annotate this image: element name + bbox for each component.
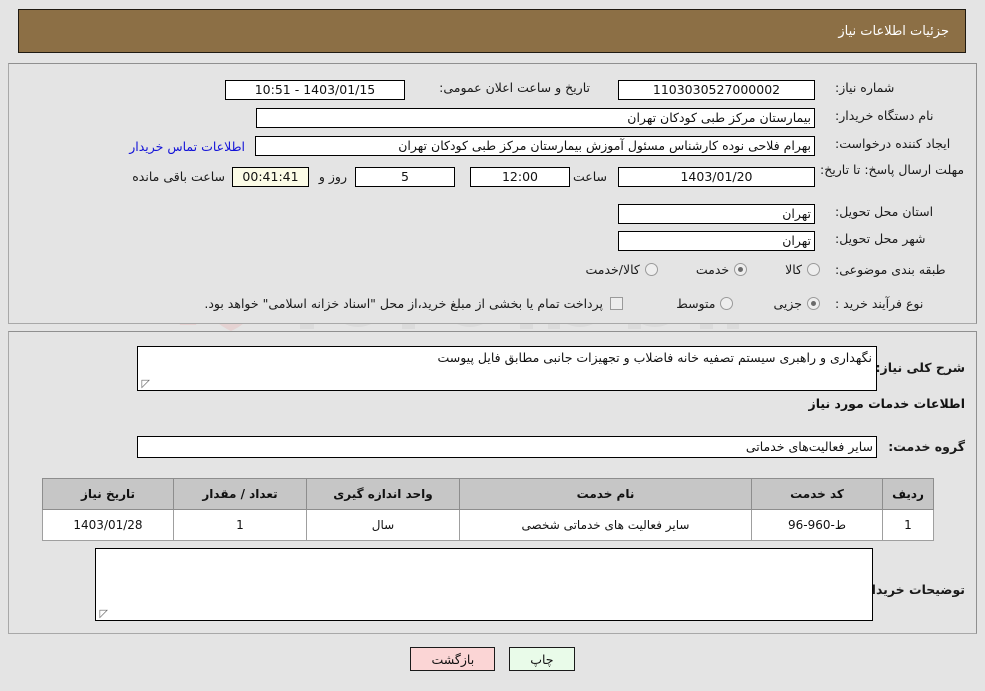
services-table: ردیف کد خدمت نام خدمت واحد اندازه گیری ت… <box>42 478 934 541</box>
radio-kala-khedmat-icon[interactable] <box>644 263 658 276</box>
announce-row: تاریخ و ساعت اعلان عمومی: <box>439 80 590 95</box>
table-header-row: ردیف کد خدمت نام خدمت واحد اندازه گیری ت… <box>42 478 934 510</box>
th-need-date: تاریخ نیاز <box>42 478 174 510</box>
th-row-no: ردیف <box>882 478 934 510</box>
page-header-bar: جزئیات اطلاعات نیاز <box>18 9 966 53</box>
city-row: شهر محل تحویل: <box>835 231 965 246</box>
buyer-notes-textarea[interactable]: ◸ <box>95 548 873 621</box>
city-label: شهر محل تحویل: <box>835 231 926 246</box>
process-option-motevasset[interactable]: متوسط <box>676 296 734 311</box>
cell-need-date: 1403/01/28 <box>42 509 174 541</box>
deadline-row: مهلت ارسال پاسخ: تا تاریخ: <box>820 163 965 177</box>
category-option-kala[interactable]: کالا <box>785 262 820 277</box>
announce-datetime-field[interactable]: 1403/01/15 - 10:51 <box>225 80 405 100</box>
resize-grip-icon[interactable]: ◸ <box>140 378 150 389</box>
table-row[interactable]: 1 ط-960-96 سایر فعالیت های خدماتی شخصی س… <box>42 509 934 541</box>
category-option-kala-khedmat[interactable]: کالا/خدمت <box>585 262 658 277</box>
cell-row-no: 1 <box>882 509 934 541</box>
category-row: طبقه بندی موضوعی: <box>835 262 965 277</box>
treasury-checkbox-label: پرداخت تمام یا بخشی از مبلغ خرید،از محل … <box>204 296 603 311</box>
remaining-time-field[interactable]: 00:41:41 <box>232 167 309 187</box>
print-button[interactable]: چاپ <box>509 647 575 671</box>
process-option-motevasset-label: متوسط <box>676 296 716 311</box>
page-title: جزئیات اطلاعات نیاز <box>838 23 949 39</box>
deadline-hour-label: ساعت <box>572 169 607 184</box>
back-button[interactable]: بازگشت <box>410 647 496 671</box>
creator-row: ایجاد کننده درخواست: <box>835 136 965 151</box>
radio-motevasset-icon[interactable] <box>720 297 734 310</box>
page-root: جزئیات اطلاعات نیاز شماره نیاز: 11030305… <box>0 0 985 691</box>
need-info-panel <box>8 63 977 324</box>
need-number-field[interactable]: 1103030527000002 <box>618 80 815 100</box>
process-option-jozii-label: جزیی <box>773 296 802 311</box>
services-heading: اطلاعات خدمات مورد نیاز <box>808 396 966 411</box>
category-radio-group: کالا خدمت کالا/خدمت <box>585 262 820 277</box>
buyer-org-row: نام دستگاه خریدار: <box>835 108 965 123</box>
resize-grip-icon-2[interactable]: ◸ <box>98 608 108 619</box>
radio-khedmat-icon[interactable] <box>734 263 748 276</box>
announce-label: تاریخ و ساعت اعلان عمومی: <box>439 80 590 95</box>
th-service-code: کد خدمت <box>751 478 883 510</box>
description-text: نگهداری و راهبری سیستم تصفیه خانه فاضلاب… <box>437 350 872 365</box>
process-radio-group: جزیی متوسط <box>676 296 820 311</box>
th-service-name: نام خدمت <box>459 478 752 510</box>
remaining-time-label: ساعت باقی مانده <box>132 169 225 184</box>
buyer-notes-label: توضیحات خریدار: <box>859 582 965 597</box>
radio-kala-icon[interactable] <box>807 263 820 276</box>
buyer-contact-link[interactable]: اطلاعات تماس خریدار <box>129 139 245 154</box>
cell-service-name: سایر فعالیت های خدماتی شخصی <box>459 509 752 541</box>
th-unit: واحد اندازه گیری <box>306 478 460 510</box>
process-label: نوع فرآیند خرید : <box>835 296 924 311</box>
category-option-kala-label: کالا <box>785 262 802 277</box>
creator-label: ایجاد کننده درخواست: <box>835 136 951 151</box>
cell-service-code: ط-960-96 <box>751 509 883 541</box>
treasury-checkbox-icon[interactable] <box>610 297 623 310</box>
deadline-label: مهلت ارسال پاسخ: تا تاریخ: <box>820 162 965 177</box>
creator-field[interactable]: بهرام فلاحی نوده کارشناس مسئول آموزش بیم… <box>255 136 815 156</box>
treasury-checkbox-row[interactable]: پرداخت تمام یا بخشی از مبلغ خرید،از محل … <box>204 296 623 311</box>
footer-button-bar: بازگشت چاپ <box>0 647 985 671</box>
province-row: استان محل تحویل: <box>835 204 965 219</box>
cell-unit: سال <box>306 509 460 541</box>
need-number-row: شماره نیاز: <box>835 80 965 95</box>
remaining-days-label: روز و <box>318 169 347 184</box>
cell-quantity: 1 <box>173 509 307 541</box>
category-option-kala-khedmat-label: کالا/خدمت <box>585 262 640 277</box>
remaining-days-field[interactable]: 5 <box>355 167 455 187</box>
th-quantity: تعداد / مقدار <box>173 478 307 510</box>
province-label: استان محل تحویل: <box>835 204 934 219</box>
deadline-date-field[interactable]: 1403/01/20 <box>618 167 815 187</box>
category-label: طبقه بندی موضوعی: <box>835 262 946 277</box>
buyer-org-field[interactable]: بیمارستان مرکز طبی کودکان تهران <box>256 108 815 128</box>
province-field[interactable]: تهران <box>618 204 815 224</box>
deadline-hour-field[interactable]: 12:00 <box>470 167 570 187</box>
process-row: نوع فرآیند خرید : <box>835 296 965 311</box>
description-label: شرح کلی نیاز: <box>875 360 965 375</box>
radio-jozii-icon[interactable] <box>807 297 820 310</box>
city-field[interactable]: تهران <box>618 231 815 251</box>
description-textarea[interactable]: نگهداری و راهبری سیستم تصفیه خانه فاضلاب… <box>137 346 877 391</box>
category-option-khedmat[interactable]: خدمت <box>695 262 748 277</box>
services-table-wrap: ردیف کد خدمت نام خدمت واحد اندازه گیری ت… <box>42 478 934 541</box>
service-group-label: گروه خدمت: <box>888 439 965 454</box>
buyer-org-label: نام دستگاه خریدار: <box>835 108 934 123</box>
process-option-jozii[interactable]: جزیی <box>773 296 820 311</box>
category-option-khedmat-label: خدمت <box>695 262 730 277</box>
service-group-field[interactable]: سایر فعالیت‌های خدماتی <box>137 436 877 458</box>
need-number-label: شماره نیاز: <box>835 80 895 95</box>
